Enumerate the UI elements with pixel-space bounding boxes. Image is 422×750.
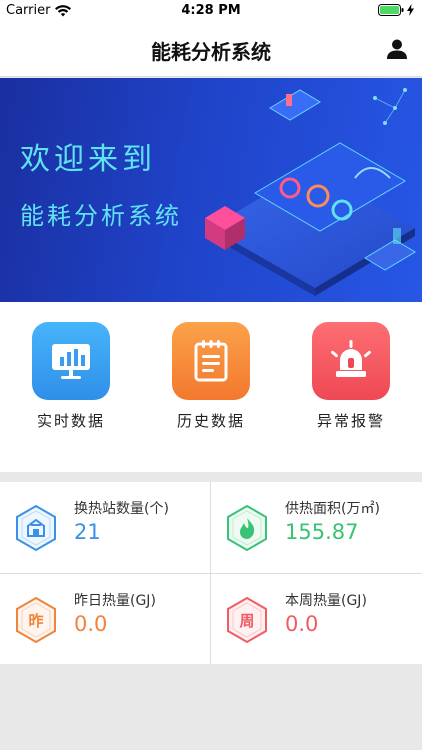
flame-icon	[227, 504, 267, 552]
stat-label-week-heat: 本周热量(GJ)	[285, 593, 367, 609]
charging-bolt-icon	[407, 4, 414, 16]
menu-label-history-data: 历史数据	[176, 412, 245, 430]
banner-welcome-text: 欢迎来到	[20, 142, 156, 177]
stat-station-count: 换热站数量(个) 21	[0, 482, 211, 573]
menu-item-realtime-data[interactable]: 实时数据	[11, 322, 131, 442]
stat-label-station-count: 换热站数量(个)	[74, 501, 169, 517]
menu-label-abnormal-alarm: 异常报警	[316, 412, 385, 430]
user-profile-icon[interactable]	[386, 38, 408, 60]
stat-value-week-heat: 0.0	[285, 612, 319, 636]
banner-illustration	[205, 88, 416, 296]
stat-label-yesterday-heat: 昨日热量(GJ)	[74, 593, 156, 609]
stats-panel: 换热站数量(个) 21 供热面积(万㎡) 155.87 昨 昨日热量(GJ) 0…	[0, 482, 422, 664]
stat-label-heating-area: 供热面积(万㎡)	[285, 501, 380, 517]
stat-yesterday-heat: 昨 昨日热量(GJ) 0.0	[0, 574, 211, 665]
week-badge-icon: 周	[227, 596, 267, 644]
nav-bar: 能耗分析系统	[0, 22, 422, 77]
stat-value-heating-area: 155.87	[285, 520, 359, 544]
battery-group	[378, 4, 414, 16]
status-time: 4:28 PM	[181, 3, 241, 18]
menu-item-abnormal-alarm[interactable]: 异常报警	[291, 322, 411, 442]
welcome-banner: 欢迎来到 能耗分析系统	[0, 78, 422, 302]
svg-text:周: 周	[239, 612, 254, 630]
page-title: 能耗分析系统	[151, 40, 271, 64]
status-bar: Carrier 4:28 PM	[0, 0, 422, 22]
banner-system-name: 能耗分析系统	[20, 202, 182, 230]
stat-value-yesterday-heat: 0.0	[74, 612, 108, 636]
stat-week-heat: 周 本周热量(GJ) 0.0	[211, 574, 422, 665]
yesterday-badge-icon: 昨	[16, 596, 56, 644]
alarm-light-icon	[312, 322, 390, 400]
menu-label-realtime-data: 实时数据	[36, 412, 105, 430]
monitor-chart-icon	[32, 322, 110, 400]
stat-heating-area: 供热面积(万㎡) 155.87	[211, 482, 422, 573]
battery-icon	[378, 4, 404, 16]
quick-menu: 实时数据 历史数据 异常报警	[0, 302, 422, 472]
menu-item-history-data[interactable]: 历史数据	[151, 322, 271, 442]
notepad-icon	[172, 322, 250, 400]
stat-value-station-count: 21	[74, 520, 101, 544]
building-icon	[16, 504, 56, 552]
svg-text:昨: 昨	[28, 612, 43, 630]
